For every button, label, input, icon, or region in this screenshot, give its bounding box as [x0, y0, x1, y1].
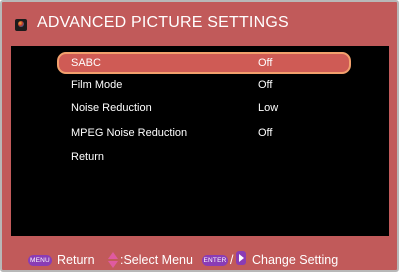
- menu-item-label: Return: [71, 151, 105, 163]
- menu-item-sabc[interactable]: SABC Off: [57, 52, 351, 74]
- select-menu-hint-label: :Select Menu: [120, 253, 193, 267]
- key-hint-bar: MENU Return :Select Menu ENTER / Change …: [2, 238, 397, 270]
- menu-item-return[interactable]: Return: [57, 146, 351, 168]
- key-separator: /: [230, 253, 234, 267]
- menu-item-label: Film Mode: [71, 79, 123, 91]
- enter-key-icon: ENTER: [202, 255, 228, 266]
- menu-item-value: Off: [258, 79, 273, 91]
- advanced-picture-settings-menu: ADVANCED PICTURE SETTINGS SABC Off Film …: [0, 0, 399, 272]
- menu-item-label: MPEG Noise Reduction: [71, 127, 188, 139]
- menu-title: ADVANCED PICTURE SETTINGS: [37, 14, 289, 31]
- menu-item-film-mode[interactable]: Film Mode Off: [57, 74, 351, 96]
- menu-list-panel: SABC Off Film Mode Off Noise Reduction L…: [11, 46, 389, 236]
- tv-icon: [15, 19, 27, 31]
- menu-item-mpeg-noise-reduction[interactable]: MPEG Noise Reduction Off: [57, 122, 351, 144]
- tv-icon-screen: [18, 21, 24, 27]
- menu-item-label: Noise Reduction: [71, 102, 152, 114]
- menu-item-value: Off: [258, 57, 273, 69]
- menu-item-value: Off: [258, 127, 273, 139]
- menu-header: ADVANCED PICTURE SETTINGS: [2, 2, 397, 46]
- menu-item-label: SABC: [71, 57, 101, 69]
- return-hint-label: Return: [57, 253, 95, 267]
- menu-item-noise-reduction[interactable]: Noise Reduction Low: [57, 97, 351, 119]
- menu-item-value: Low: [258, 102, 279, 114]
- right-arrow-icon: [236, 251, 246, 265]
- up-down-arrow-icon: [108, 252, 118, 268]
- menu-key-icon: MENU: [28, 255, 52, 266]
- change-setting-hint-label: Change Setting: [252, 253, 339, 267]
